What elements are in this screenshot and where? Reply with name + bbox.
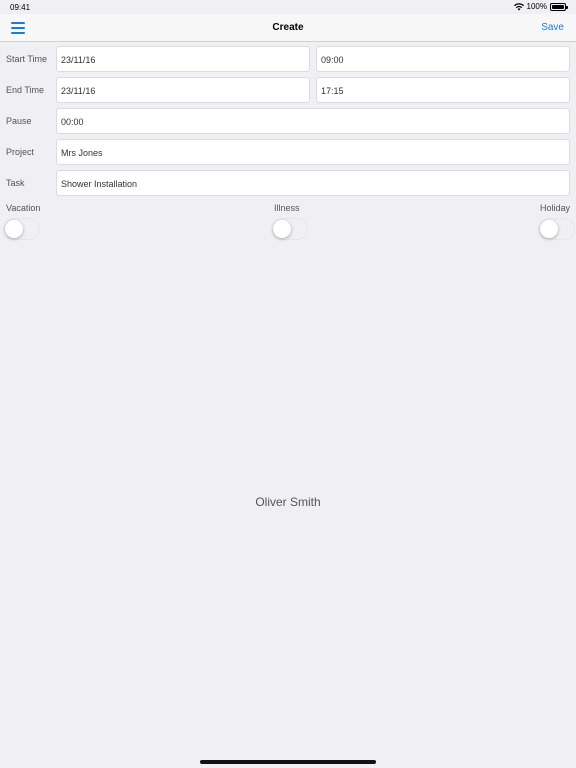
start-time-field[interactable]: 09:00	[316, 46, 570, 72]
wifi-icon	[513, 2, 524, 10]
start-time-row: Start Time 23/11/16 09:00	[0, 46, 576, 72]
pause-label: Pause	[6, 116, 32, 126]
battery-percent: 100%	[526, 2, 547, 11]
end-time-field[interactable]: 17:15	[316, 77, 570, 103]
project-label: Project	[6, 147, 35, 157]
start-time-label: Start Time	[6, 54, 48, 64]
project-field[interactable]: Mrs Jones	[56, 139, 570, 165]
end-time-row: End Time 23/11/16 17:15	[0, 77, 576, 103]
toggle-knob	[5, 220, 23, 238]
status-indicators: 100%	[513, 2, 568, 11]
pause-row: Pause 00:00	[0, 108, 576, 134]
task-field[interactable]: Shower Installation	[56, 170, 570, 196]
status-bar: 09:41 100%	[0, 0, 576, 14]
end-date-field[interactable]: 23/11/16	[56, 77, 310, 103]
vacation-label: Vacation	[6, 203, 41, 213]
page-title: Create	[272, 22, 304, 33]
home-indicator	[200, 760, 376, 764]
holiday-toggle[interactable]	[539, 218, 575, 240]
illness-toggle[interactable]	[272, 218, 308, 240]
end-time-label: End Time	[6, 85, 45, 95]
illness-label: Illness	[274, 203, 300, 213]
navigation-bar: Create Save	[0, 14, 576, 42]
start-date-field[interactable]: 23/11/16	[56, 46, 310, 72]
task-label: Task	[6, 178, 25, 188]
project-row: Project Mrs Jones	[0, 139, 576, 165]
status-time: 09:41	[10, 3, 31, 12]
absence-toggles: Vacation Illness Holiday	[0, 201, 576, 241]
toggle-knob	[540, 220, 558, 238]
user-name: Oliver Smith	[255, 495, 321, 509]
task-row: Task Shower Installation	[0, 170, 576, 196]
vacation-toggle[interactable]	[4, 218, 40, 240]
save-button[interactable]: Save	[541, 22, 564, 33]
toggle-knob	[273, 220, 291, 238]
holiday-label: Holiday	[539, 203, 570, 213]
battery-icon	[550, 2, 568, 11]
pause-field[interactable]: 00:00	[56, 108, 570, 134]
